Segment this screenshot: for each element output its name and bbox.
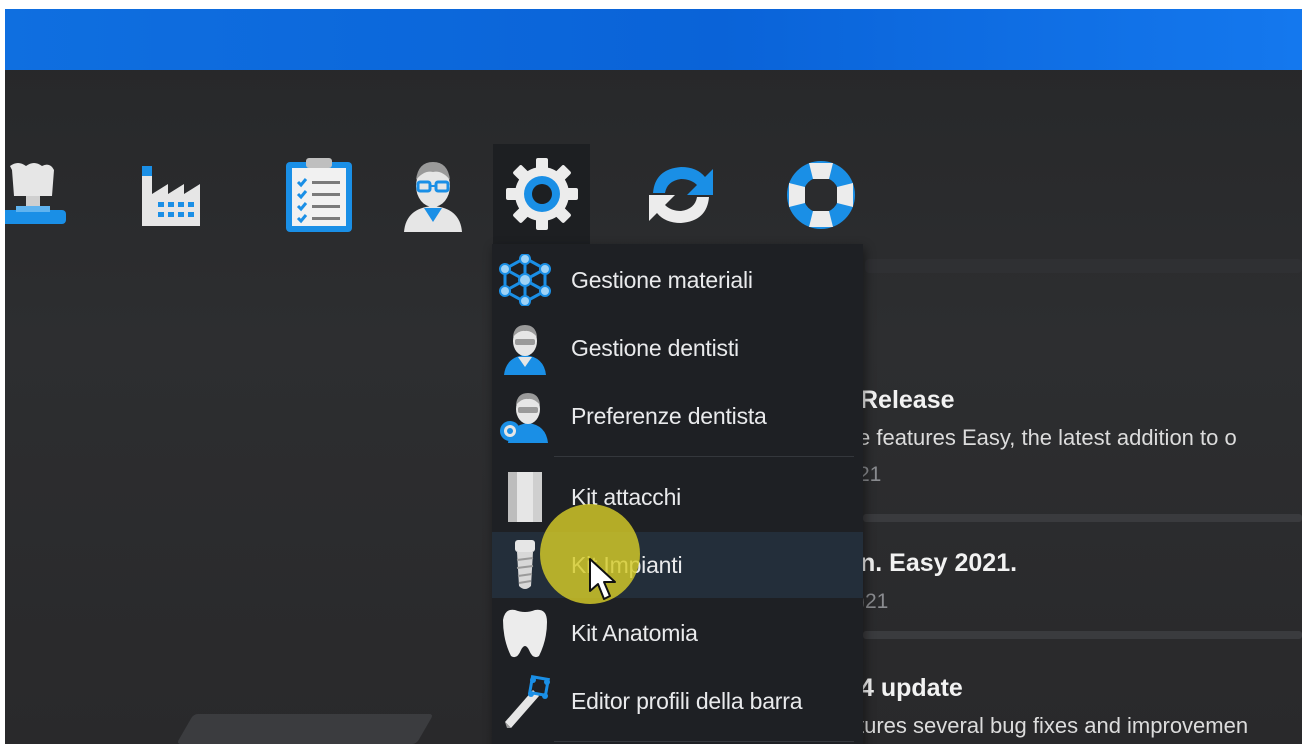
menu-item-label: Editor profili della barra — [571, 687, 803, 714]
menu-item-editor-profili-barra[interactable]: Editor profili della barra — [492, 668, 863, 734]
menu-item-label: Gestione dentisti — [571, 334, 739, 361]
factory-icon — [142, 166, 200, 226]
attachment-icon — [508, 472, 542, 522]
sync-icon — [649, 167, 713, 223]
menu-item-kit-anatomia[interactable]: Kit Anatomia — [492, 600, 863, 666]
toolbar-button-help[interactable] — [781, 155, 861, 235]
toolbar-button-dentists[interactable] — [393, 155, 473, 235]
toolbar-button-settings[interactable] — [493, 144, 590, 244]
dentist-icon — [504, 325, 546, 375]
background-panel — [865, 259, 1302, 273]
news-title[interactable]: n. Easy 2021. — [860, 549, 1017, 578]
menu-separator — [554, 456, 854, 457]
news-title[interactable]: 4 update — [860, 674, 963, 703]
tooth-icon — [503, 609, 547, 658]
dentist-icon — [404, 162, 462, 232]
app-screen: Release e features Easy, the latest addi… — [5, 9, 1302, 744]
background-panel — [176, 714, 434, 744]
settings-dropdown-menu: Gestione materiali Gestione dentisti Pre… — [492, 244, 863, 744]
toolbar-button-orders[interactable] — [281, 155, 361, 235]
menu-separator — [554, 741, 854, 742]
crown-scan-icon — [5, 163, 66, 224]
news-divider — [863, 514, 1302, 522]
menu-item-preferenze-dentista[interactable]: Preferenze dentista — [492, 383, 863, 449]
toolbar-button-production[interactable] — [135, 155, 215, 235]
dentist-settings-icon — [500, 393, 548, 443]
toolbar-button-scan[interactable] — [5, 155, 75, 235]
lifebuoy-icon — [787, 161, 855, 229]
news-title[interactable]: Release — [860, 386, 955, 415]
news-divider — [863, 631, 1302, 639]
menu-item-label: Gestione materiali — [571, 266, 753, 293]
mouse-pointer-icon — [589, 558, 616, 600]
bar-editor-icon — [505, 674, 551, 728]
menu-item-gestione-dentisti[interactable]: Gestione dentisti — [492, 315, 863, 381]
menu-item-kit-attacchi[interactable]: Kit attacchi — [492, 464, 863, 530]
news-description: e features Easy, the latest addition to … — [858, 425, 1237, 450]
menu-item-label: Preferenze dentista — [571, 402, 767, 429]
title-bar — [5, 9, 1302, 70]
clipboard-icon — [286, 158, 352, 232]
menu-item-gestione-materiali[interactable]: Gestione materiali — [492, 247, 863, 313]
gear-icon — [505, 158, 578, 230]
menu-item-label: Kit Anatomia — [571, 619, 698, 646]
molecule-icon — [499, 254, 551, 306]
news-description: tures several bug fixes and improvemen — [858, 713, 1249, 738]
implant-icon — [515, 540, 535, 589]
toolbar-button-update[interactable] — [641, 155, 721, 235]
